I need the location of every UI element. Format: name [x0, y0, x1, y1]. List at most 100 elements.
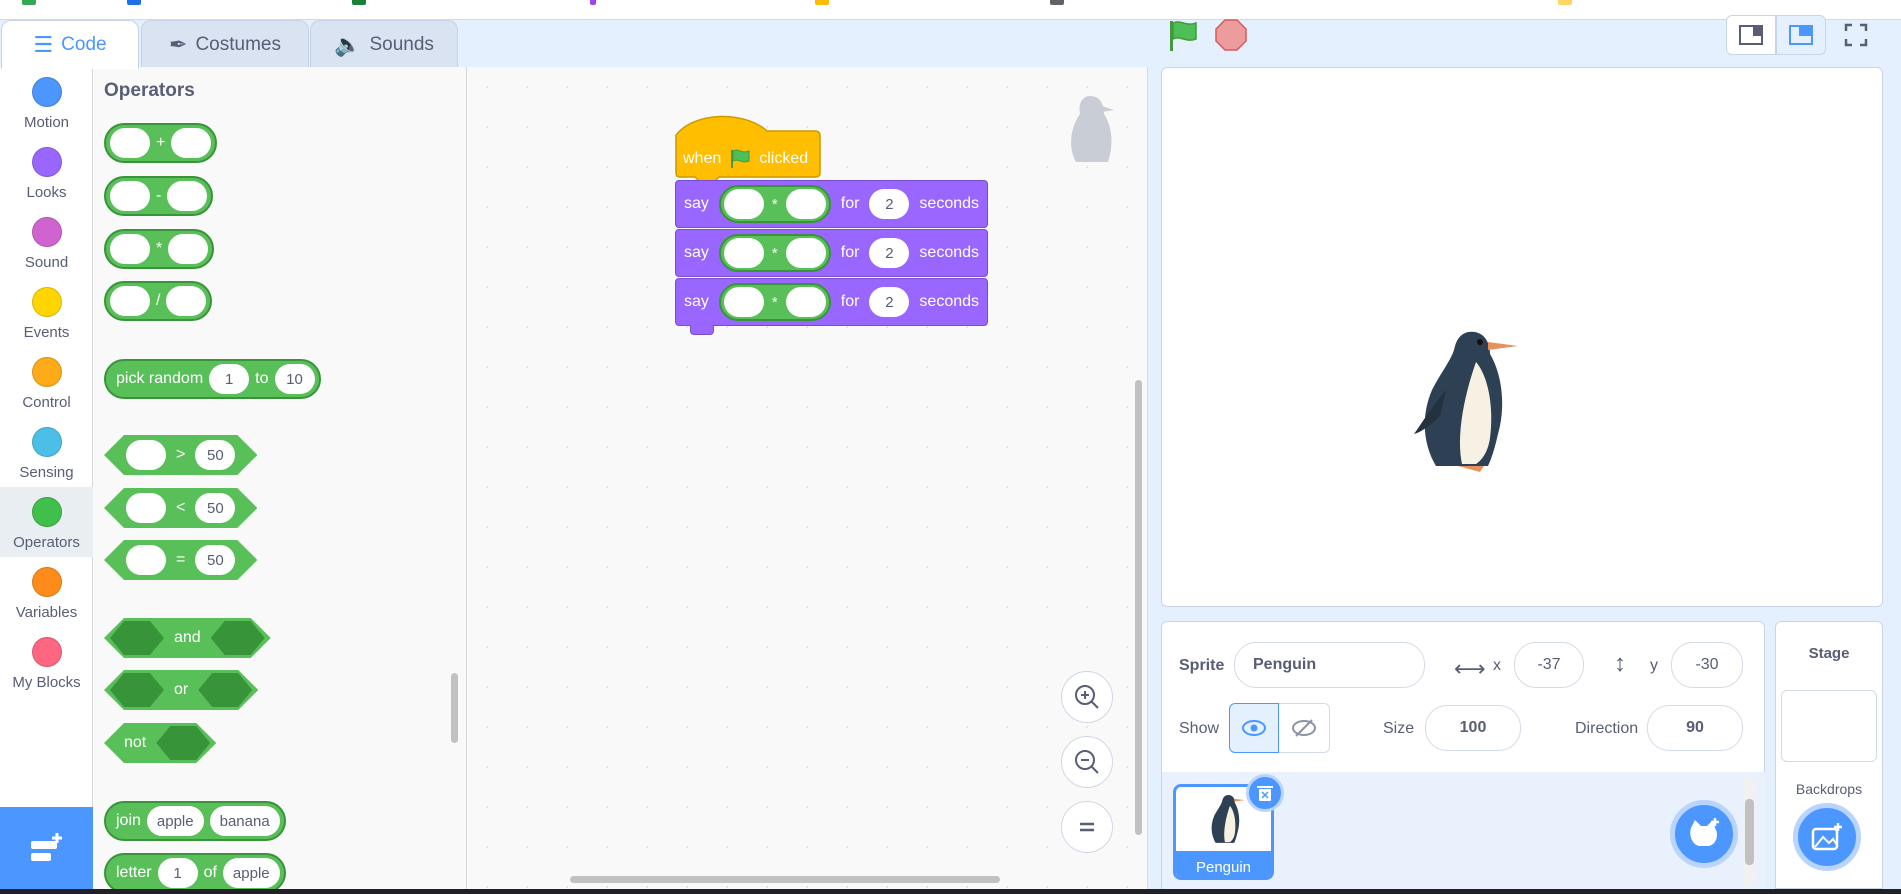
- input-slot[interactable]: 50: [195, 545, 235, 575]
- workspace-vertical-scrollbar[interactable]: [1135, 380, 1142, 835]
- stage-thumbnail[interactable]: [1781, 690, 1877, 762]
- input-slot[interactable]: [785, 238, 826, 268]
- input-slot[interactable]: [110, 128, 150, 158]
- stop-button[interactable]: [1214, 18, 1248, 57]
- bookmark-icon[interactable]: [1558, 0, 1572, 5]
- tab-costumes[interactable]: ✒ Costumes: [141, 20, 309, 68]
- tab-sounds[interactable]: 🔈 Sounds: [310, 20, 458, 68]
- input-slot[interactable]: [723, 287, 764, 317]
- sprite-name-input[interactable]: Penguin: [1234, 642, 1425, 688]
- less-than-block[interactable]: < 50: [104, 488, 257, 528]
- choose-backdrop-button[interactable]: [1793, 803, 1861, 871]
- input-slot[interactable]: 50: [195, 493, 235, 523]
- input-slot[interactable]: [110, 234, 150, 264]
- input-slot[interactable]: [110, 286, 150, 316]
- input-slot[interactable]: [166, 286, 207, 316]
- when-flag-clicked-block[interactable]: when clicked: [675, 115, 821, 181]
- boolean-slot[interactable]: [211, 621, 265, 655]
- seconds-input[interactable]: 2: [869, 287, 910, 317]
- input-slot[interactable]: [723, 189, 764, 219]
- category-events[interactable]: Events: [0, 277, 93, 347]
- input-slot[interactable]: [168, 234, 209, 264]
- hide-sprite-button[interactable]: [1279, 703, 1330, 753]
- input-slot[interactable]: [723, 238, 764, 268]
- input-slot[interactable]: apple: [146, 806, 204, 836]
- not-block[interactable]: not: [104, 723, 216, 763]
- category-looks[interactable]: Looks: [0, 137, 93, 207]
- equals-block[interactable]: = 50: [104, 540, 257, 580]
- input-slot[interactable]: [785, 189, 826, 219]
- block-label: say: [684, 244, 709, 261]
- x-position-input[interactable]: -37: [1514, 642, 1584, 688]
- sprite-list-scrollbar[interactable]: [1745, 799, 1754, 865]
- say-for-secs-block[interactable]: say * for 2 seconds: [675, 229, 988, 277]
- pick-random-block[interactable]: pick random 1 to 10: [104, 359, 321, 399]
- input-slot[interactable]: [126, 440, 166, 470]
- boolean-slot[interactable]: [110, 621, 164, 655]
- subtract-block[interactable]: -: [104, 176, 214, 216]
- category-sensing[interactable]: Sensing: [0, 417, 93, 487]
- boolean-slot[interactable]: [110, 673, 164, 707]
- boolean-slot[interactable]: [198, 673, 252, 707]
- input-slot[interactable]: [171, 128, 212, 158]
- workspace-horizontal-scrollbar[interactable]: [570, 876, 1000, 883]
- category-control[interactable]: Control: [0, 347, 93, 417]
- say-for-secs-block[interactable]: say * for 2 seconds: [675, 278, 988, 326]
- category-variables[interactable]: Variables: [0, 557, 93, 627]
- boolean-slot[interactable]: [156, 726, 210, 760]
- input-slot[interactable]: 50: [195, 440, 235, 470]
- direction-input[interactable]: 90: [1647, 705, 1743, 751]
- input-slot[interactable]: 1: [209, 364, 250, 394]
- choose-sprite-button[interactable]: [1670, 800, 1738, 868]
- divide-block[interactable]: /: [104, 281, 213, 321]
- tab-code[interactable]: ☰ Code: [1, 20, 139, 69]
- bookmark-icon[interactable]: [1050, 0, 1064, 5]
- input-slot[interactable]: [785, 287, 826, 317]
- zoom-reset-button[interactable]: [1061, 801, 1113, 853]
- letter-of-block[interactable]: letter 1 of apple: [104, 853, 286, 893]
- add-block[interactable]: +: [104, 123, 218, 163]
- size-input[interactable]: 100: [1425, 705, 1521, 751]
- multiply-block[interactable]: *: [104, 229, 215, 269]
- input-slot[interactable]: [110, 181, 150, 211]
- or-block[interactable]: or: [104, 670, 258, 710]
- input-slot[interactable]: [126, 493, 166, 523]
- show-sprite-button[interactable]: [1229, 703, 1279, 753]
- say-for-secs-block[interactable]: say * for 2 seconds: [675, 180, 988, 228]
- input-slot[interactable]: [167, 181, 208, 211]
- join-block[interactable]: join apple banana: [104, 801, 286, 841]
- seconds-input[interactable]: 2: [869, 238, 910, 268]
- palette-scrollbar[interactable]: [451, 673, 458, 743]
- category-my-blocks[interactable]: My Blocks: [0, 627, 93, 697]
- stage-canvas[interactable]: [1161, 67, 1883, 607]
- zoom-out-button[interactable]: [1061, 736, 1113, 788]
- large-stage-button[interactable]: [1776, 15, 1826, 55]
- penguin-sprite[interactable]: [1410, 326, 1520, 472]
- input-slot[interactable]: [126, 545, 166, 575]
- input-slot[interactable]: 1: [157, 858, 198, 888]
- category-operators[interactable]: Operators: [0, 487, 93, 557]
- bookmark-icon[interactable]: [590, 0, 596, 5]
- bookmark-icon[interactable]: [127, 0, 141, 5]
- green-flag-button[interactable]: [1166, 19, 1200, 58]
- category-sound[interactable]: Sound: [0, 207, 93, 277]
- greater-than-block[interactable]: > 50: [104, 435, 257, 475]
- category-motion[interactable]: Motion: [0, 67, 93, 137]
- input-slot[interactable]: apple: [222, 858, 280, 888]
- multiply-reporter[interactable]: *: [718, 234, 831, 272]
- add-extension-button[interactable]: [0, 807, 93, 889]
- multiply-reporter[interactable]: *: [718, 185, 831, 223]
- zoom-in-button[interactable]: [1061, 671, 1113, 723]
- input-slot[interactable]: banana: [209, 806, 280, 836]
- seconds-input[interactable]: 2: [869, 189, 910, 219]
- multiply-reporter[interactable]: *: [718, 283, 831, 321]
- bookmark-icon[interactable]: [22, 0, 36, 5]
- bookmark-icon[interactable]: [352, 0, 366, 5]
- and-block[interactable]: and: [104, 618, 271, 658]
- small-stage-button[interactable]: [1726, 15, 1776, 55]
- y-position-input[interactable]: -30: [1671, 642, 1743, 688]
- bookmark-icon[interactable]: [815, 0, 829, 5]
- fullscreen-button[interactable]: [1836, 15, 1876, 55]
- delete-sprite-button[interactable]: [1246, 774, 1284, 812]
- input-slot[interactable]: 10: [274, 364, 315, 394]
